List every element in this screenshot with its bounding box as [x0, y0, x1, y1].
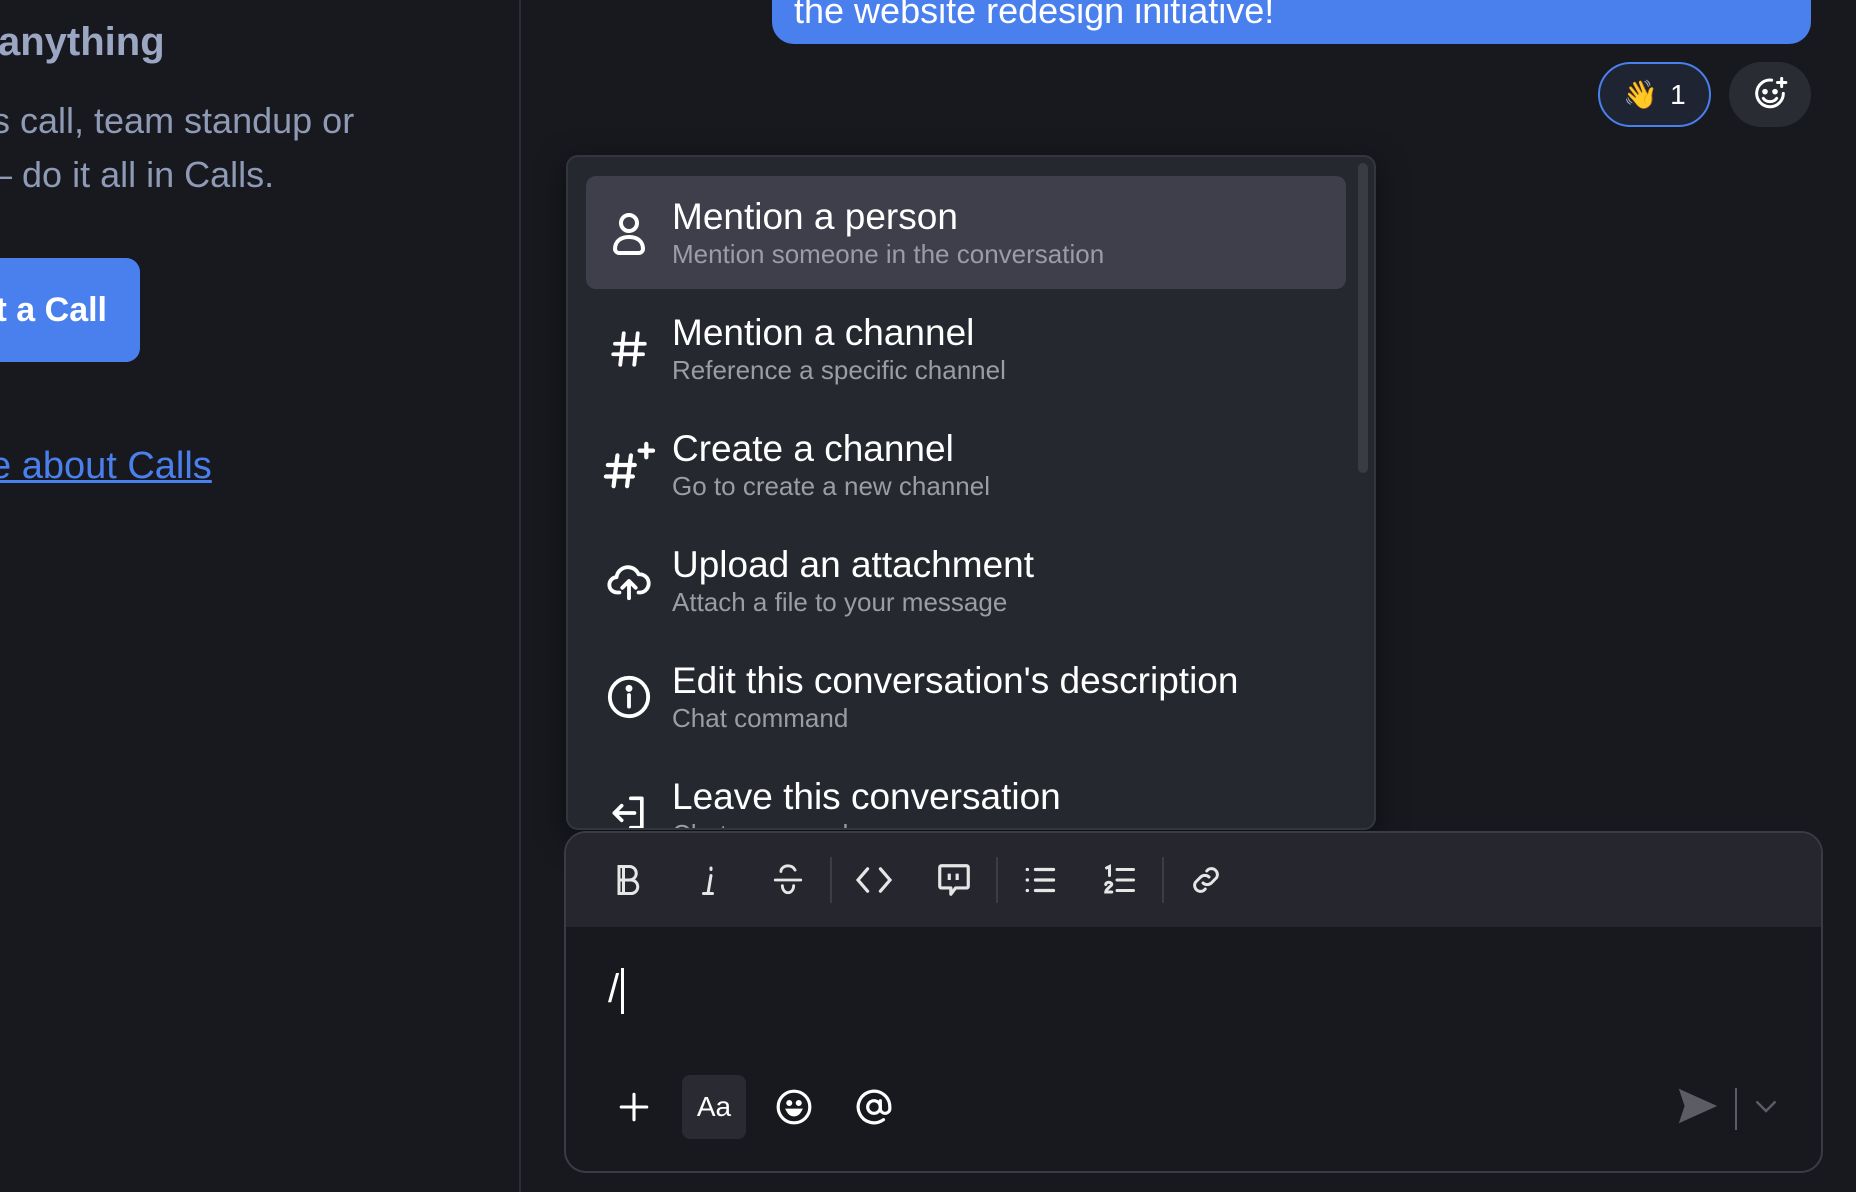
- hash-icon: [611, 330, 647, 367]
- item-title: Mention a person: [672, 195, 958, 237]
- menu-item-create-channel[interactable]: Create a channel Go to create a new chann…: [586, 408, 1346, 521]
- item-subtitle: Attach a file to your message: [672, 586, 1008, 617]
- leave-icon: [612, 796, 644, 828]
- person-icon: [612, 212, 646, 255]
- bold-button[interactable]: [588, 850, 668, 910]
- menu-item-edit-description[interactable]: Edit this conversation's description Chat…: [586, 640, 1346, 753]
- attach-button[interactable]: [602, 1075, 666, 1139]
- mention-button[interactable]: [842, 1075, 906, 1139]
- chevron-down-icon: [1756, 1101, 1776, 1113]
- toolbar-divider: [1162, 857, 1164, 903]
- reaction-count: 1: [1670, 78, 1686, 110]
- menu-item-mention-person[interactable]: Mention a person Mention someone in the c…: [586, 176, 1346, 289]
- link-button[interactable]: [1166, 850, 1246, 910]
- toolbar-divider: [996, 857, 998, 903]
- menu-item-mention-channel[interactable]: Mention a channel Reference a specific ch…: [586, 292, 1346, 405]
- italic-button[interactable]: [668, 850, 748, 910]
- message-input[interactable]: /: [608, 967, 625, 1015]
- info-icon: [607, 675, 651, 718]
- item-title: Leave this conversation: [672, 775, 1061, 817]
- plus-icon: [619, 1092, 649, 1122]
- message-text: the website redesign initiative!: [794, 0, 1275, 31]
- description-line: s call, team standup or: [0, 100, 355, 141]
- code-icon: [855, 867, 893, 893]
- format-toolbar: [566, 833, 1821, 927]
- reaction-pill[interactable]: 👋 1: [1598, 62, 1711, 127]
- item-subtitle: Chat command: [672, 818, 1061, 829]
- calls-heading: anything: [0, 20, 165, 64]
- item-title: Create a channel: [672, 427, 954, 469]
- menu-item-upload-attachment[interactable]: Upload an attachment Attach a file to you…: [586, 524, 1346, 637]
- item-title: Mention a channel: [672, 311, 975, 353]
- item-subtitle: Go to create a new channel: [672, 470, 990, 501]
- send-button[interactable]: [1675, 1083, 1721, 1134]
- start-call-button[interactable]: t a Call: [0, 258, 140, 362]
- wave-emoji-icon: 👋: [1623, 79, 1659, 110]
- send-icon: [1678, 1088, 1718, 1124]
- hash-plus-icon: [603, 441, 656, 488]
- strikethrough-button[interactable]: [748, 850, 828, 910]
- send-options-button[interactable]: [1751, 1091, 1781, 1126]
- bullet-list-icon: [1025, 867, 1056, 893]
- item-title: Upload an attachment: [672, 543, 1035, 585]
- item-subtitle: Chat command: [672, 702, 849, 733]
- calls-description: s call, team standup or – do it all in C…: [0, 94, 354, 202]
- at-icon: [856, 1089, 892, 1125]
- slash-command-menu: Mention a person Mention someone in the c…: [566, 155, 1376, 830]
- add-reaction-button[interactable]: [1729, 62, 1811, 127]
- emoji-button[interactable]: [762, 1075, 826, 1139]
- bold-icon: [617, 865, 640, 895]
- toolbar-divider: [830, 857, 832, 903]
- item-subtitle: Mention someone in the conversation: [672, 238, 1105, 269]
- input-value: /: [608, 967, 620, 1011]
- message-composer: / Aa: [564, 831, 1823, 1173]
- send-divider: [1735, 1087, 1737, 1130]
- menu-scrollbar[interactable]: [1358, 163, 1368, 473]
- emoji-icon: [776, 1089, 812, 1125]
- learn-more-link[interactable]: e about Calls: [0, 445, 212, 488]
- link-icon: [1193, 867, 1219, 893]
- add-emoji-icon: [1755, 76, 1788, 108]
- quote-button[interactable]: [914, 850, 994, 910]
- text-caret: [621, 968, 625, 1015]
- bullet-list-button[interactable]: [1000, 850, 1080, 910]
- description-line: – do it all in Calls.: [0, 154, 275, 195]
- item-subtitle: Reference a specific channel: [672, 354, 1006, 385]
- numbered-list-icon: [1104, 864, 1135, 894]
- left-panel: anything s call, team standup or – do it…: [0, 0, 521, 1192]
- formatting-toggle-button[interactable]: Aa: [682, 1075, 746, 1139]
- code-button[interactable]: [834, 850, 914, 910]
- message-bubble: the website redesign initiative!: [772, 0, 1811, 44]
- quote-icon: [938, 864, 970, 896]
- numbered-list-button[interactable]: [1080, 850, 1160, 910]
- menu-item-leave-conversation[interactable]: Leave this conversationChat command: [586, 756, 1346, 829]
- cloud-upload-icon: [607, 564, 651, 600]
- italic-icon: [702, 866, 714, 895]
- item-title: Edit this conversation's description: [672, 659, 1239, 701]
- strikethrough-icon: [773, 864, 803, 895]
